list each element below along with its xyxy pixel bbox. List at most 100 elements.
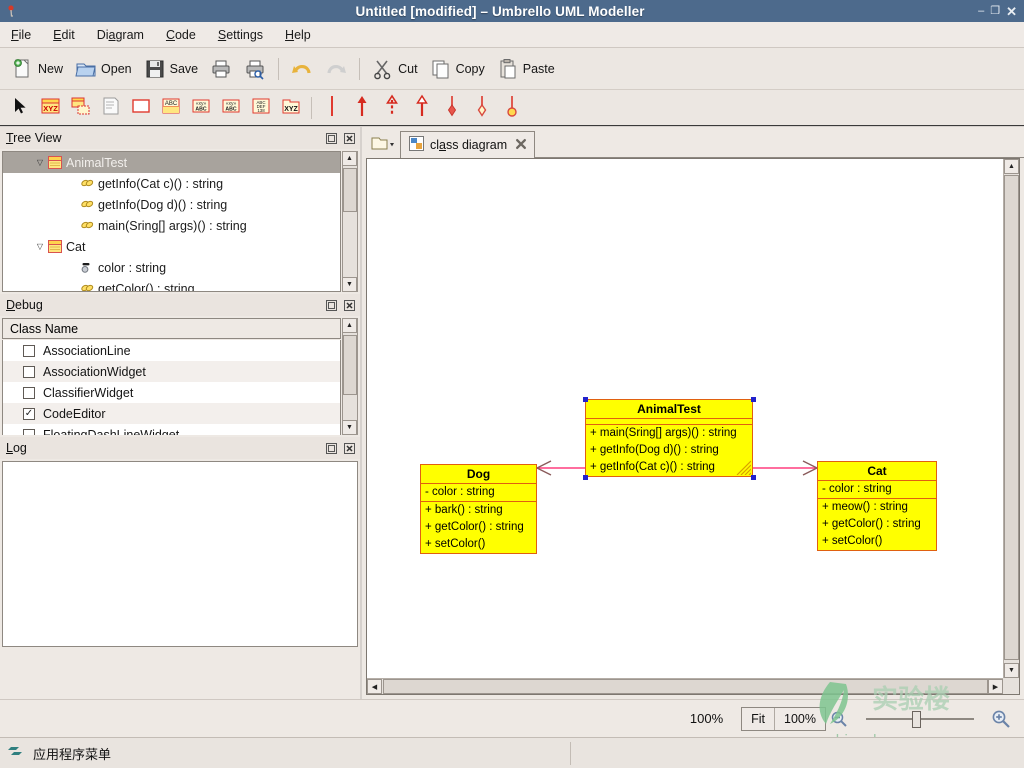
- interface-tool[interactable]: «xy» ABC: [186, 93, 216, 123]
- debug-scroll-up-arrow[interactable]: ▲: [342, 318, 357, 333]
- package-tool[interactable]: XYZ: [276, 93, 306, 123]
- tree-view-list[interactable]: ▽ AnimalTest getInfo(Cat c)() : string getI…: [2, 151, 341, 292]
- log-float-button[interactable]: [325, 442, 338, 455]
- uml-selection-handle[interactable]: [583, 397, 588, 402]
- association-animaltest-cat[interactable]: [753, 460, 819, 476]
- generalization-tool[interactable]: [407, 93, 437, 123]
- containment-tool[interactable]: [497, 93, 527, 123]
- directed-association-tool[interactable]: [347, 93, 377, 123]
- debug-list-item[interactable]: ✓ CodeEditor: [3, 403, 340, 424]
- uml-class-animaltest[interactable]: AnimalTest + main(Sring[] args)() : strin…: [585, 399, 753, 477]
- application-menu-icon[interactable]: [8, 743, 25, 763]
- class-tool[interactable]: XYZ: [36, 93, 66, 123]
- debug-scroll-thumb[interactable]: [343, 335, 357, 395]
- association-animaltest-dog[interactable]: [535, 460, 585, 476]
- tree-node[interactable]: getInfo(Dog d)() : string: [3, 194, 340, 215]
- tree-scroll-down-arrow[interactable]: ▼: [342, 277, 357, 292]
- tree-view-close-button[interactable]: [343, 132, 356, 145]
- nested-class-tool[interactable]: [66, 93, 96, 123]
- tree-scroll-up-arrow[interactable]: ▲: [342, 151, 357, 166]
- canvas-scroll-up-arrow[interactable]: ▲: [1004, 159, 1019, 174]
- zoom-slider-handle[interactable]: [912, 710, 921, 728]
- paste-button[interactable]: Paste: [491, 55, 561, 83]
- cut-button[interactable]: Cut: [366, 55, 423, 83]
- uml-selection-handle[interactable]: [583, 475, 588, 480]
- canvas-scroll-down-arrow[interactable]: ▼: [1004, 663, 1019, 678]
- new-button[interactable]: New: [6, 55, 69, 83]
- debug-float-button[interactable]: [325, 299, 338, 312]
- diagram-tab-class-diagram[interactable]: class diagram: [400, 131, 536, 158]
- debug-list-item[interactable]: FloatingDashLineWidget: [3, 424, 340, 435]
- menu-diagram[interactable]: Diagram: [86, 25, 155, 45]
- dependency-tool[interactable]: [377, 93, 407, 123]
- canvas-horizontal-scrollbar[interactable]: ◀ ▶: [367, 678, 1003, 694]
- tree-node[interactable]: getColor() : string: [3, 278, 340, 291]
- restore-button[interactable]: ❐: [990, 5, 1000, 17]
- debug-checkbox[interactable]: [23, 386, 35, 399]
- close-button[interactable]: ✕: [1006, 5, 1017, 18]
- debug-list-item[interactable]: AssociationLine: [3, 340, 340, 361]
- log-textarea[interactable]: [2, 461, 358, 647]
- debug-column-header[interactable]: Class Name: [2, 318, 341, 339]
- tree-node[interactable]: main(Sring[] args)() : string: [3, 215, 340, 236]
- diagram-canvas[interactable]: AnimalTest + main(Sring[] args)() : strin…: [367, 159, 1003, 678]
- tree-view-scrollbar[interactable]: ▲ ▼: [342, 151, 358, 292]
- tree-node[interactable]: color : string: [3, 257, 340, 278]
- zoom-in-icon[interactable]: [988, 709, 1014, 729]
- zoom-fit-button[interactable]: Fit: [742, 708, 774, 730]
- debug-checkbox[interactable]: [23, 344, 35, 357]
- redo-button[interactable]: [319, 55, 353, 83]
- uml-selection-handle[interactable]: [751, 475, 756, 480]
- debug-checkbox[interactable]: [23, 428, 35, 435]
- menu-settings[interactable]: Settings: [207, 25, 274, 45]
- tree-scroll-thumb[interactable]: [343, 168, 357, 212]
- print-button[interactable]: [204, 55, 238, 83]
- enum-tool[interactable]: ABC DEF 138: [246, 93, 276, 123]
- note-tool[interactable]: [96, 93, 126, 123]
- menu-edit[interactable]: Edit: [42, 25, 86, 45]
- tree-view-float-button[interactable]: [325, 132, 338, 145]
- box-tool[interactable]: [126, 93, 156, 123]
- log-close-button[interactable]: [343, 442, 356, 455]
- zoom-reset-button[interactable]: 100%: [774, 707, 825, 730]
- debug-close-button[interactable]: [343, 299, 356, 312]
- tree-expander-icon[interactable]: ▽: [33, 242, 47, 251]
- canvas-vertical-scrollbar[interactable]: ▲ ▼: [1003, 159, 1019, 678]
- select-tool[interactable]: [6, 93, 36, 123]
- canvas-scroll-right-arrow[interactable]: ▶: [988, 679, 1003, 694]
- uml-class-cat[interactable]: Cat - color : string + meow() : string + ge…: [817, 461, 937, 551]
- canvas-vscroll-thumb[interactable]: [1004, 175, 1019, 660]
- print-preview-button[interactable]: [238, 55, 272, 83]
- canvas-scroll-left-arrow[interactable]: ◀: [367, 679, 382, 694]
- datatype-tool[interactable]: «xy» ABC: [216, 93, 246, 123]
- tree-node[interactable]: ▽ AnimalTest: [3, 152, 340, 173]
- debug-scrollbar[interactable]: ▲ ▼: [342, 318, 358, 435]
- debug-checkbox[interactable]: [23, 365, 35, 378]
- copy-button[interactable]: Copy: [424, 55, 491, 83]
- diagram-tab-close-icon[interactable]: [515, 138, 527, 153]
- open-button[interactable]: Open: [69, 55, 138, 83]
- tree-expander-icon[interactable]: ▽: [33, 158, 47, 167]
- association-tool[interactable]: [317, 93, 347, 123]
- tree-node[interactable]: ▽ Cat: [3, 236, 340, 257]
- debug-list-item[interactable]: ClassifierWidget: [3, 382, 340, 403]
- debug-checkbox[interactable]: ✓: [23, 407, 35, 420]
- undo-button[interactable]: [285, 55, 319, 83]
- debug-scroll-down-arrow[interactable]: ▼: [342, 420, 357, 435]
- debug-list-item[interactable]: AssociationWidget: [3, 361, 340, 382]
- uml-resize-grip[interactable]: [735, 459, 751, 475]
- debug-class-list[interactable]: AssociationLine AssociationWidget Classifi…: [2, 340, 341, 435]
- uml-selection-handle[interactable]: [751, 397, 756, 402]
- menu-file[interactable]: FFileile: [0, 25, 42, 45]
- application-menu-label[interactable]: 应用程序菜单: [33, 744, 111, 763]
- zoom-slider[interactable]: [860, 707, 980, 731]
- menu-help[interactable]: Help: [274, 25, 322, 45]
- zoom-out-icon[interactable]: [826, 710, 852, 728]
- minimize-button[interactable]: –: [978, 5, 984, 17]
- aggregation-tool[interactable]: [467, 93, 497, 123]
- new-diagram-button[interactable]: [366, 132, 400, 156]
- save-button[interactable]: Save: [138, 55, 205, 83]
- tree-node[interactable]: getInfo(Cat c)() : string: [3, 173, 340, 194]
- uml-class-dog[interactable]: Dog - color : string + bark() : string + ge…: [420, 464, 537, 554]
- canvas-hscroll-thumb[interactable]: [383, 679, 988, 694]
